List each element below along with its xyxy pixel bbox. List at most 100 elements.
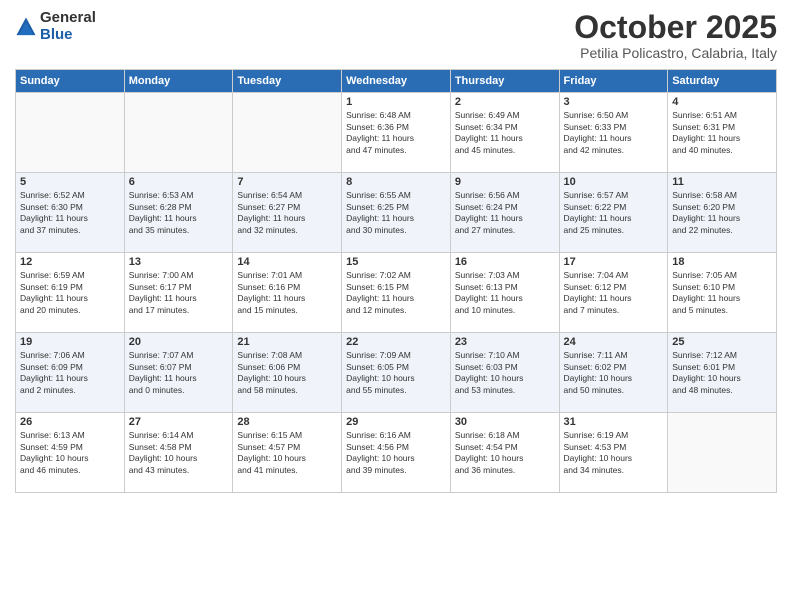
table-row (233, 93, 342, 173)
table-row: 2Sunrise: 6:49 AM Sunset: 6:34 PM Daylig… (450, 93, 559, 173)
day-info: Sunrise: 7:12 AM Sunset: 6:01 PM Dayligh… (672, 350, 772, 396)
day-number: 13 (129, 256, 229, 268)
table-row: 23 Sunrise: 7:10 AM Sunset: 6:03 PM Dayli… (450, 333, 559, 413)
table-row: 26 Sunrise: 6:13 AM Sunset: 4:59 PM Dayli… (16, 413, 125, 493)
table-row: 12 Sunrise: 6:59 AM Sunset: 6:19 PM Dayli… (16, 253, 125, 333)
day-info: Sunrise: 6:57 AM Sunset: 6:22 PM Dayligh… (564, 190, 664, 236)
table-row: 19 Sunrise: 7:06 AM Sunset: 6:09 PM Dayli… (16, 333, 125, 413)
day-number: 24 (564, 336, 664, 348)
day-info: Sunrise: 6:14 AM Sunset: 4:58 PM Dayligh… (129, 430, 229, 476)
header-friday: Friday (559, 70, 668, 93)
day-info: Sunrise: 6:55 AM Sunset: 6:25 PM Dayligh… (346, 190, 446, 236)
day-info: Sunrise: 6:16 AM Sunset: 4:56 PM Dayligh… (346, 430, 446, 476)
logo-text: General Blue (40, 10, 96, 43)
table-row: 8 Sunrise: 6:55 AM Sunset: 6:25 PM Daylig… (342, 173, 451, 253)
day-number: 29 (346, 416, 446, 428)
day-info: Sunrise: 6:59 AM Sunset: 6:19 PM Dayligh… (20, 270, 120, 316)
day-number: 23 (455, 336, 555, 348)
month-title: October 2025 (574, 10, 777, 45)
table-row: 6 Sunrise: 6:53 AM Sunset: 6:28 PM Daylig… (124, 173, 233, 253)
day-number: 16 (455, 256, 555, 268)
header-wednesday: Wednesday (342, 70, 451, 93)
table-row: 30Sunrise: 6:18 AM Sunset: 4:54 PM Dayli… (450, 413, 559, 493)
table-row: 10 Sunrise: 6:57 AM Sunset: 6:22 PM Dayli… (559, 173, 668, 253)
day-number: 18 (672, 256, 772, 268)
table-row: 29 Sunrise: 6:16 AM Sunset: 4:56 PM Dayli… (342, 413, 451, 493)
table-row: 1 Sunrise: 6:48 AM Sunset: 6:36 PM Daylig… (342, 93, 451, 173)
table-row: 16 Sunrise: 7:03 AM Sunset: 6:13 PM Dayli… (450, 253, 559, 333)
day-info: Sunrise: 7:11 AM Sunset: 6:02 PM Dayligh… (564, 350, 664, 396)
table-row: 7 Sunrise: 6:54 AM Sunset: 6:27 PM Daylig… (233, 173, 342, 253)
table-row: 5 Sunrise: 6:52 AM Sunset: 6:30 PM Daylig… (16, 173, 125, 253)
day-info: Sunrise: 6:56 AM Sunset: 6:24 PM Dayligh… (455, 190, 555, 236)
calendar-week-row: 5 Sunrise: 6:52 AM Sunset: 6:30 PM Daylig… (16, 173, 777, 253)
day-number: 22 (346, 336, 446, 348)
day-number: 6 (129, 176, 229, 188)
day-info: Sunrise: 7:09 AM Sunset: 6:05 PM Dayligh… (346, 350, 446, 396)
day-info: Sunrise: 7:03 AM Sunset: 6:13 PM Dayligh… (455, 270, 555, 316)
header-thursday: Thursday (450, 70, 559, 93)
table-row (16, 93, 125, 173)
day-info: Sunrise: 7:05 AM Sunset: 6:10 PM Dayligh… (672, 270, 772, 316)
day-info: Sunrise: 6:53 AM Sunset: 6:28 PM Dayligh… (129, 190, 229, 236)
calendar-week-row: 12 Sunrise: 6:59 AM Sunset: 6:19 PM Dayli… (16, 253, 777, 333)
day-number: 25 (672, 336, 772, 348)
page-container: General Blue October 2025 Petilia Polica… (0, 0, 792, 503)
table-row: 17 Sunrise: 7:04 AM Sunset: 6:12 PM Dayli… (559, 253, 668, 333)
table-row: 4 Sunrise: 6:51 AM Sunset: 6:31 PM Daylig… (668, 93, 777, 173)
day-info: Sunrise: 7:01 AM Sunset: 6:16 PM Dayligh… (237, 270, 337, 316)
day-number: 9 (455, 176, 555, 188)
table-row: 9 Sunrise: 6:56 AM Sunset: 6:24 PM Daylig… (450, 173, 559, 253)
day-number: 11 (672, 176, 772, 188)
logo-icon (15, 16, 37, 38)
day-info: Sunrise: 7:08 AM Sunset: 6:06 PM Dayligh… (237, 350, 337, 396)
table-row: 22 Sunrise: 7:09 AM Sunset: 6:05 PM Dayli… (342, 333, 451, 413)
day-number: 17 (564, 256, 664, 268)
table-row: 14 Sunrise: 7:01 AM Sunset: 6:16 PM Dayli… (233, 253, 342, 333)
day-info: Sunrise: 6:15 AM Sunset: 4:57 PM Dayligh… (237, 430, 337, 476)
day-info: Sunrise: 7:00 AM Sunset: 6:17 PM Dayligh… (129, 270, 229, 316)
day-number: 5 (20, 176, 120, 188)
location-subtitle: Petilia Policastro, Calabria, Italy (574, 45, 777, 61)
day-number: 10 (564, 176, 664, 188)
table-row: 27Sunrise: 6:14 AM Sunset: 4:58 PM Dayli… (124, 413, 233, 493)
table-row: 28 Sunrise: 6:15 AM Sunset: 4:57 PM Dayli… (233, 413, 342, 493)
day-number: 21 (237, 336, 337, 348)
table-row: 21 Sunrise: 7:08 AM Sunset: 6:06 PM Dayli… (233, 333, 342, 413)
day-number: 19 (20, 336, 120, 348)
day-info: Sunrise: 7:06 AM Sunset: 6:09 PM Dayligh… (20, 350, 120, 396)
day-info: Sunrise: 6:13 AM Sunset: 4:59 PM Dayligh… (20, 430, 120, 476)
calendar-table: Sunday Monday Tuesday Wednesday Thursday… (15, 69, 777, 493)
day-info: Sunrise: 7:10 AM Sunset: 6:03 PM Dayligh… (455, 350, 555, 396)
table-row: 25 Sunrise: 7:12 AM Sunset: 6:01 PM Dayli… (668, 333, 777, 413)
table-row: 24 Sunrise: 7:11 AM Sunset: 6:02 PM Dayli… (559, 333, 668, 413)
day-number: 8 (346, 176, 446, 188)
day-number: 12 (20, 256, 120, 268)
day-info: Sunrise: 6:50 AM Sunset: 6:33 PM Dayligh… (564, 110, 664, 156)
day-number: 20 (129, 336, 229, 348)
day-info: Sunrise: 7:04 AM Sunset: 6:12 PM Dayligh… (564, 270, 664, 316)
day-number: 31 (564, 416, 664, 428)
day-number: 2 (455, 96, 555, 108)
day-info: Sunrise: 6:54 AM Sunset: 6:27 PM Dayligh… (237, 190, 337, 236)
day-number: 26 (20, 416, 120, 428)
table-row: 15Sunrise: 7:02 AM Sunset: 6:15 PM Dayli… (342, 253, 451, 333)
table-row: 31Sunrise: 6:19 AM Sunset: 4:53 PM Dayli… (559, 413, 668, 493)
day-info: Sunrise: 6:51 AM Sunset: 6:31 PM Dayligh… (672, 110, 772, 156)
table-row: 3Sunrise: 6:50 AM Sunset: 6:33 PM Daylig… (559, 93, 668, 173)
day-number: 28 (237, 416, 337, 428)
day-number: 1 (346, 96, 446, 108)
header-saturday: Saturday (668, 70, 777, 93)
day-number: 4 (672, 96, 772, 108)
calendar-week-row: 1 Sunrise: 6:48 AM Sunset: 6:36 PM Daylig… (16, 93, 777, 173)
day-info: Sunrise: 6:48 AM Sunset: 6:36 PM Dayligh… (346, 110, 446, 156)
day-number: 7 (237, 176, 337, 188)
table-row (668, 413, 777, 493)
day-info: Sunrise: 7:07 AM Sunset: 6:07 PM Dayligh… (129, 350, 229, 396)
calendar-week-row: 26 Sunrise: 6:13 AM Sunset: 4:59 PM Dayli… (16, 413, 777, 493)
header-sunday: Sunday (16, 70, 125, 93)
header-monday: Monday (124, 70, 233, 93)
day-info: Sunrise: 6:52 AM Sunset: 6:30 PM Dayligh… (20, 190, 120, 236)
day-number: 14 (237, 256, 337, 268)
header-tuesday: Tuesday (233, 70, 342, 93)
